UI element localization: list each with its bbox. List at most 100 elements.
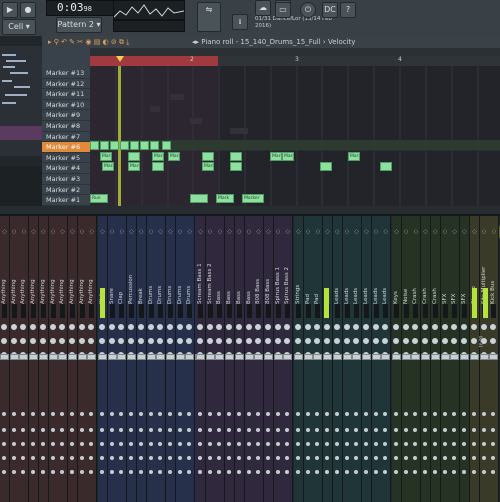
mixer-strip[interactable]: ◌ Break <box>136 216 147 502</box>
volume-fader[interactable] <box>165 354 175 360</box>
send-led[interactable] <box>296 412 300 416</box>
pr-bottom-scroll[interactable] <box>0 206 500 214</box>
send-led[interactable] <box>100 412 104 416</box>
volume-fader[interactable] <box>29 354 39 360</box>
volume-fader[interactable] <box>254 354 264 360</box>
send-led[interactable] <box>177 470 182 474</box>
strip-icon[interactable]: ◌ <box>450 228 459 237</box>
send-led[interactable] <box>187 412 192 416</box>
volume-fader[interactable] <box>283 354 293 360</box>
send-led[interactable] <box>325 456 330 460</box>
pan-knob[interactable] <box>39 324 46 330</box>
send-led[interactable] <box>383 470 388 474</box>
strip-icon[interactable]: ◌ <box>39 228 48 237</box>
send-led[interactable] <box>363 428 368 432</box>
volume-fader[interactable] <box>450 354 460 360</box>
send-led[interactable] <box>187 428 192 432</box>
pan-knob[interactable] <box>78 324 85 330</box>
pan-knob[interactable] <box>471 324 477 330</box>
send-led[interactable] <box>373 412 378 416</box>
send-led[interactable] <box>207 428 212 432</box>
send-led[interactable] <box>344 470 349 474</box>
play-button[interactable]: ▶ <box>2 2 18 18</box>
pan-knob[interactable] <box>245 324 252 330</box>
send-led[interactable] <box>344 412 349 416</box>
send-led[interactable] <box>207 470 212 474</box>
marker-row[interactable]: Marker #5 <box>42 153 90 164</box>
send-led[interactable] <box>31 442 36 446</box>
send-led[interactable] <box>461 442 466 446</box>
send-led[interactable] <box>256 412 261 416</box>
marker-row[interactable]: Marker #8 <box>42 121 90 132</box>
note[interactable]: Run <box>90 194 108 204</box>
send-led[interactable] <box>89 412 94 416</box>
note[interactable] <box>190 194 208 204</box>
note[interactable]: Mark <box>168 151 180 161</box>
note[interactable] <box>140 141 149 151</box>
send-led[interactable] <box>275 442 280 446</box>
send-led[interactable] <box>207 456 212 460</box>
send-led[interactable] <box>236 442 241 446</box>
send-led[interactable] <box>109 412 114 416</box>
send-led[interactable] <box>325 412 330 416</box>
volume-fader[interactable] <box>87 354 97 360</box>
pan-knob[interactable] <box>431 324 438 330</box>
send-led[interactable] <box>119 412 124 416</box>
strip-icon[interactable]: ◌ <box>333 228 342 237</box>
send-led[interactable] <box>21 428 26 432</box>
send-led[interactable] <box>315 442 320 446</box>
send-led[interactable] <box>275 456 280 460</box>
stereo-knob[interactable] <box>206 338 213 344</box>
mixer-strip[interactable]: ◌ Anything <box>29 216 40 502</box>
pan-knob[interactable] <box>235 324 242 330</box>
send-led[interactable] <box>2 456 6 460</box>
strip-icon[interactable]: ◌ <box>313 228 322 237</box>
send-led[interactable] <box>69 442 74 446</box>
stereo-knob[interactable] <box>88 338 95 344</box>
volume-fader[interactable] <box>273 354 283 360</box>
mixer-icon[interactable]: ⇋ <box>197 2 221 32</box>
send-led[interactable] <box>109 428 114 432</box>
mixer-strip[interactable]: ◌Stereo <box>470 216 480 502</box>
volume-fader[interactable] <box>440 354 450 360</box>
send-led[interactable] <box>100 442 104 446</box>
mixer-strip[interactable]: ◌ Anything <box>9 216 20 502</box>
send-led[interactable] <box>373 428 378 432</box>
send-led[interactable] <box>452 428 457 432</box>
mixer-strip[interactable]: ◌ Spirus Bass 1 <box>273 216 284 502</box>
send-led[interactable] <box>285 428 290 432</box>
send-led[interactable] <box>491 442 496 446</box>
stereo-knob[interactable] <box>99 338 105 344</box>
pr-tools-icon[interactable]: ▸ ⚲ ↶ ✎ ✂ ◉ ▤ ◐ ⊘ ⧉ ⤓ <box>48 36 129 48</box>
send-led[interactable] <box>394 442 398 446</box>
send-led[interactable] <box>373 442 378 446</box>
send-led[interactable] <box>129 456 134 460</box>
stereo-knob[interactable] <box>353 338 360 344</box>
pan-knob[interactable] <box>480 324 487 330</box>
stereo-knob[interactable] <box>176 338 183 344</box>
stereo-knob[interactable] <box>128 338 135 344</box>
send-led[interactable] <box>394 470 398 474</box>
send-led[interactable] <box>217 442 222 446</box>
stereo-knob[interactable] <box>402 338 409 344</box>
send-led[interactable] <box>177 442 182 446</box>
strip-icon[interactable]: ◌ <box>274 228 283 237</box>
send-led[interactable] <box>50 428 55 432</box>
send-led[interactable] <box>89 428 94 432</box>
send-led[interactable] <box>138 428 143 432</box>
send-led[interactable] <box>265 442 270 446</box>
send-led[interactable] <box>167 470 172 474</box>
mixer-strip[interactable]: ◌ 808 Bass <box>254 216 265 502</box>
send-led[interactable] <box>305 412 310 416</box>
send-led[interactable] <box>79 470 84 474</box>
pan-knob[interactable] <box>402 324 409 330</box>
send-led[interactable] <box>119 470 124 474</box>
note[interactable]: Mark <box>102 162 114 172</box>
strip-icon[interactable]: ◌ <box>362 228 371 237</box>
volume-fader[interactable] <box>421 354 431 360</box>
send-led[interactable] <box>158 412 163 416</box>
mixer-strip[interactable]: ◌ Leads <box>381 216 392 502</box>
send-led[interactable] <box>119 428 124 432</box>
mixer-strip[interactable]: ◌ Scream Bass 1 <box>196 216 206 502</box>
stereo-knob[interactable] <box>284 338 291 344</box>
